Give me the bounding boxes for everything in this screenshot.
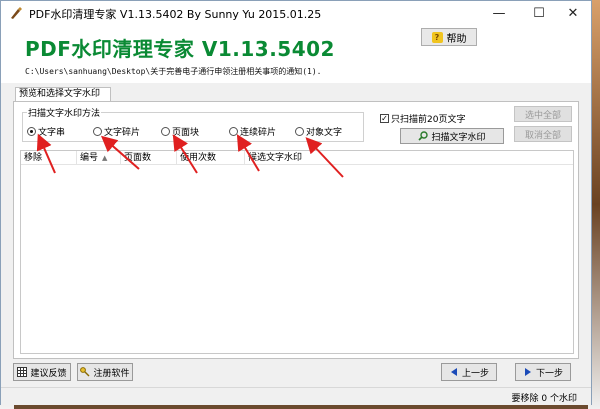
column-remove[interactable]: 移除 bbox=[21, 151, 77, 165]
feedback-label: 建议反馈 bbox=[30, 368, 67, 379]
scan-watermark-label: 扫描文字水印 bbox=[431, 132, 486, 143]
magnifier-icon bbox=[418, 131, 429, 141]
help-icon: ? bbox=[431, 31, 443, 43]
radio-dot-selected bbox=[27, 127, 36, 136]
column-page-count[interactable]: 页面数 bbox=[121, 151, 177, 165]
tab-panel: 扫描文字水印方法 文字串 文字碎片 页面块 连续碎片 对象文字 ✓ 只扫描前20… bbox=[13, 101, 579, 359]
window-title: PDF水印清理专家 V1.13.5402 By Sunny Yu 2015.01… bbox=[29, 8, 322, 21]
radio-label: 对象文字 bbox=[306, 128, 343, 138]
only-first-pages-label: 只扫描前20页文字 bbox=[391, 115, 466, 125]
banner: PDF水印清理专家 V1.13.5402 C:\Users\sanhuang\D… bbox=[1, 25, 591, 83]
feedback-button[interactable]: 建议反馈 bbox=[13, 363, 71, 381]
radio-text-string[interactable]: 文字串 bbox=[27, 125, 65, 138]
arrow-right-icon bbox=[524, 368, 531, 376]
register-button[interactable]: 注册软件 bbox=[77, 363, 133, 381]
radio-dot bbox=[161, 127, 170, 136]
radio-dot bbox=[295, 127, 304, 136]
radio-label: 文字串 bbox=[38, 128, 66, 138]
radio-text-fragment[interactable]: 文字碎片 bbox=[93, 125, 140, 138]
sort-ascending-icon: ▲ bbox=[102, 154, 108, 162]
list-header: 移除 编号 ▲ 页面数 使用次数 候选文字水印 bbox=[21, 151, 573, 165]
only-first-pages-checkbox[interactable]: ✓ 只扫描前20页文字 bbox=[380, 112, 465, 125]
banner-title: PDF水印清理专家 V1.13.5402 bbox=[25, 37, 335, 61]
column-candidate-watermark[interactable]: 候选文字水印 bbox=[245, 151, 573, 165]
minimize-button[interactable]: — bbox=[479, 1, 519, 25]
footer-buttons: 建议反馈 注册软件 上一步 下一步 bbox=[1, 363, 591, 385]
client-area: PDF水印清理专家 V1.13.5402 C:\Users\sanhuang\D… bbox=[1, 25, 591, 405]
file-path: C:\Users\sanhuang\Desktop\关于完善电子通行申领注册相关… bbox=[25, 67, 322, 76]
status-text: 要移除 0 个水印 bbox=[511, 394, 577, 404]
radio-dot bbox=[93, 127, 102, 136]
column-usage-count[interactable]: 使用次数 bbox=[177, 151, 245, 165]
select-all-button[interactable]: 选中全部 bbox=[514, 106, 572, 122]
radio-object-text[interactable]: 对象文字 bbox=[295, 125, 342, 138]
close-button[interactable]: ✕ bbox=[553, 1, 593, 25]
radio-dot bbox=[229, 127, 238, 136]
app-logo-icon bbox=[11, 7, 22, 19]
key-icon bbox=[80, 367, 90, 377]
app-window: PDF水印清理专家 V1.13.5402 By Sunny Yu 2015.01… bbox=[0, 0, 592, 405]
help-button[interactable]: ? 帮助 bbox=[421, 28, 477, 46]
help-label: 帮助 bbox=[446, 33, 467, 45]
arrow-left-icon bbox=[450, 368, 457, 376]
radio-label: 连续碎片 bbox=[240, 128, 277, 138]
radio-page-block[interactable]: 页面块 bbox=[161, 125, 199, 138]
grid-icon bbox=[17, 367, 28, 377]
next-step-label: 下一步 bbox=[535, 368, 563, 379]
checkbox-checked-icon: ✓ bbox=[380, 114, 389, 123]
next-step-button[interactable]: 下一步 bbox=[515, 363, 571, 381]
radio-continuous-fragment[interactable]: 连续碎片 bbox=[229, 125, 276, 138]
scan-method-legend: 扫描文字水印方法 bbox=[27, 106, 102, 119]
deselect-all-button[interactable]: 取消全部 bbox=[514, 126, 572, 142]
radio-label: 页面块 bbox=[172, 128, 200, 138]
scan-watermark-button[interactable]: 扫描文字水印 bbox=[400, 128, 504, 144]
watermark-list[interactable]: 移除 编号 ▲ 页面数 使用次数 候选文字水印 bbox=[20, 150, 574, 354]
column-number[interactable]: 编号 ▲ bbox=[77, 151, 121, 165]
radio-label: 文字碎片 bbox=[104, 128, 141, 138]
status-bar: 要移除 0 个水印 bbox=[1, 387, 591, 405]
tab-preview-select[interactable]: 预览和选择文字水印 bbox=[15, 87, 111, 102]
prev-step-button[interactable]: 上一步 bbox=[441, 363, 497, 381]
title-bar[interactable]: PDF水印清理专家 V1.13.5402 By Sunny Yu 2015.01… bbox=[1, 1, 591, 25]
scan-method-group: 扫描文字水印方法 文字串 文字碎片 页面块 连续碎片 对象文字 bbox=[22, 106, 364, 142]
column-number-label: 编号 bbox=[80, 153, 99, 163]
register-label: 注册软件 bbox=[93, 368, 130, 379]
prev-step-label: 上一步 bbox=[461, 368, 489, 379]
